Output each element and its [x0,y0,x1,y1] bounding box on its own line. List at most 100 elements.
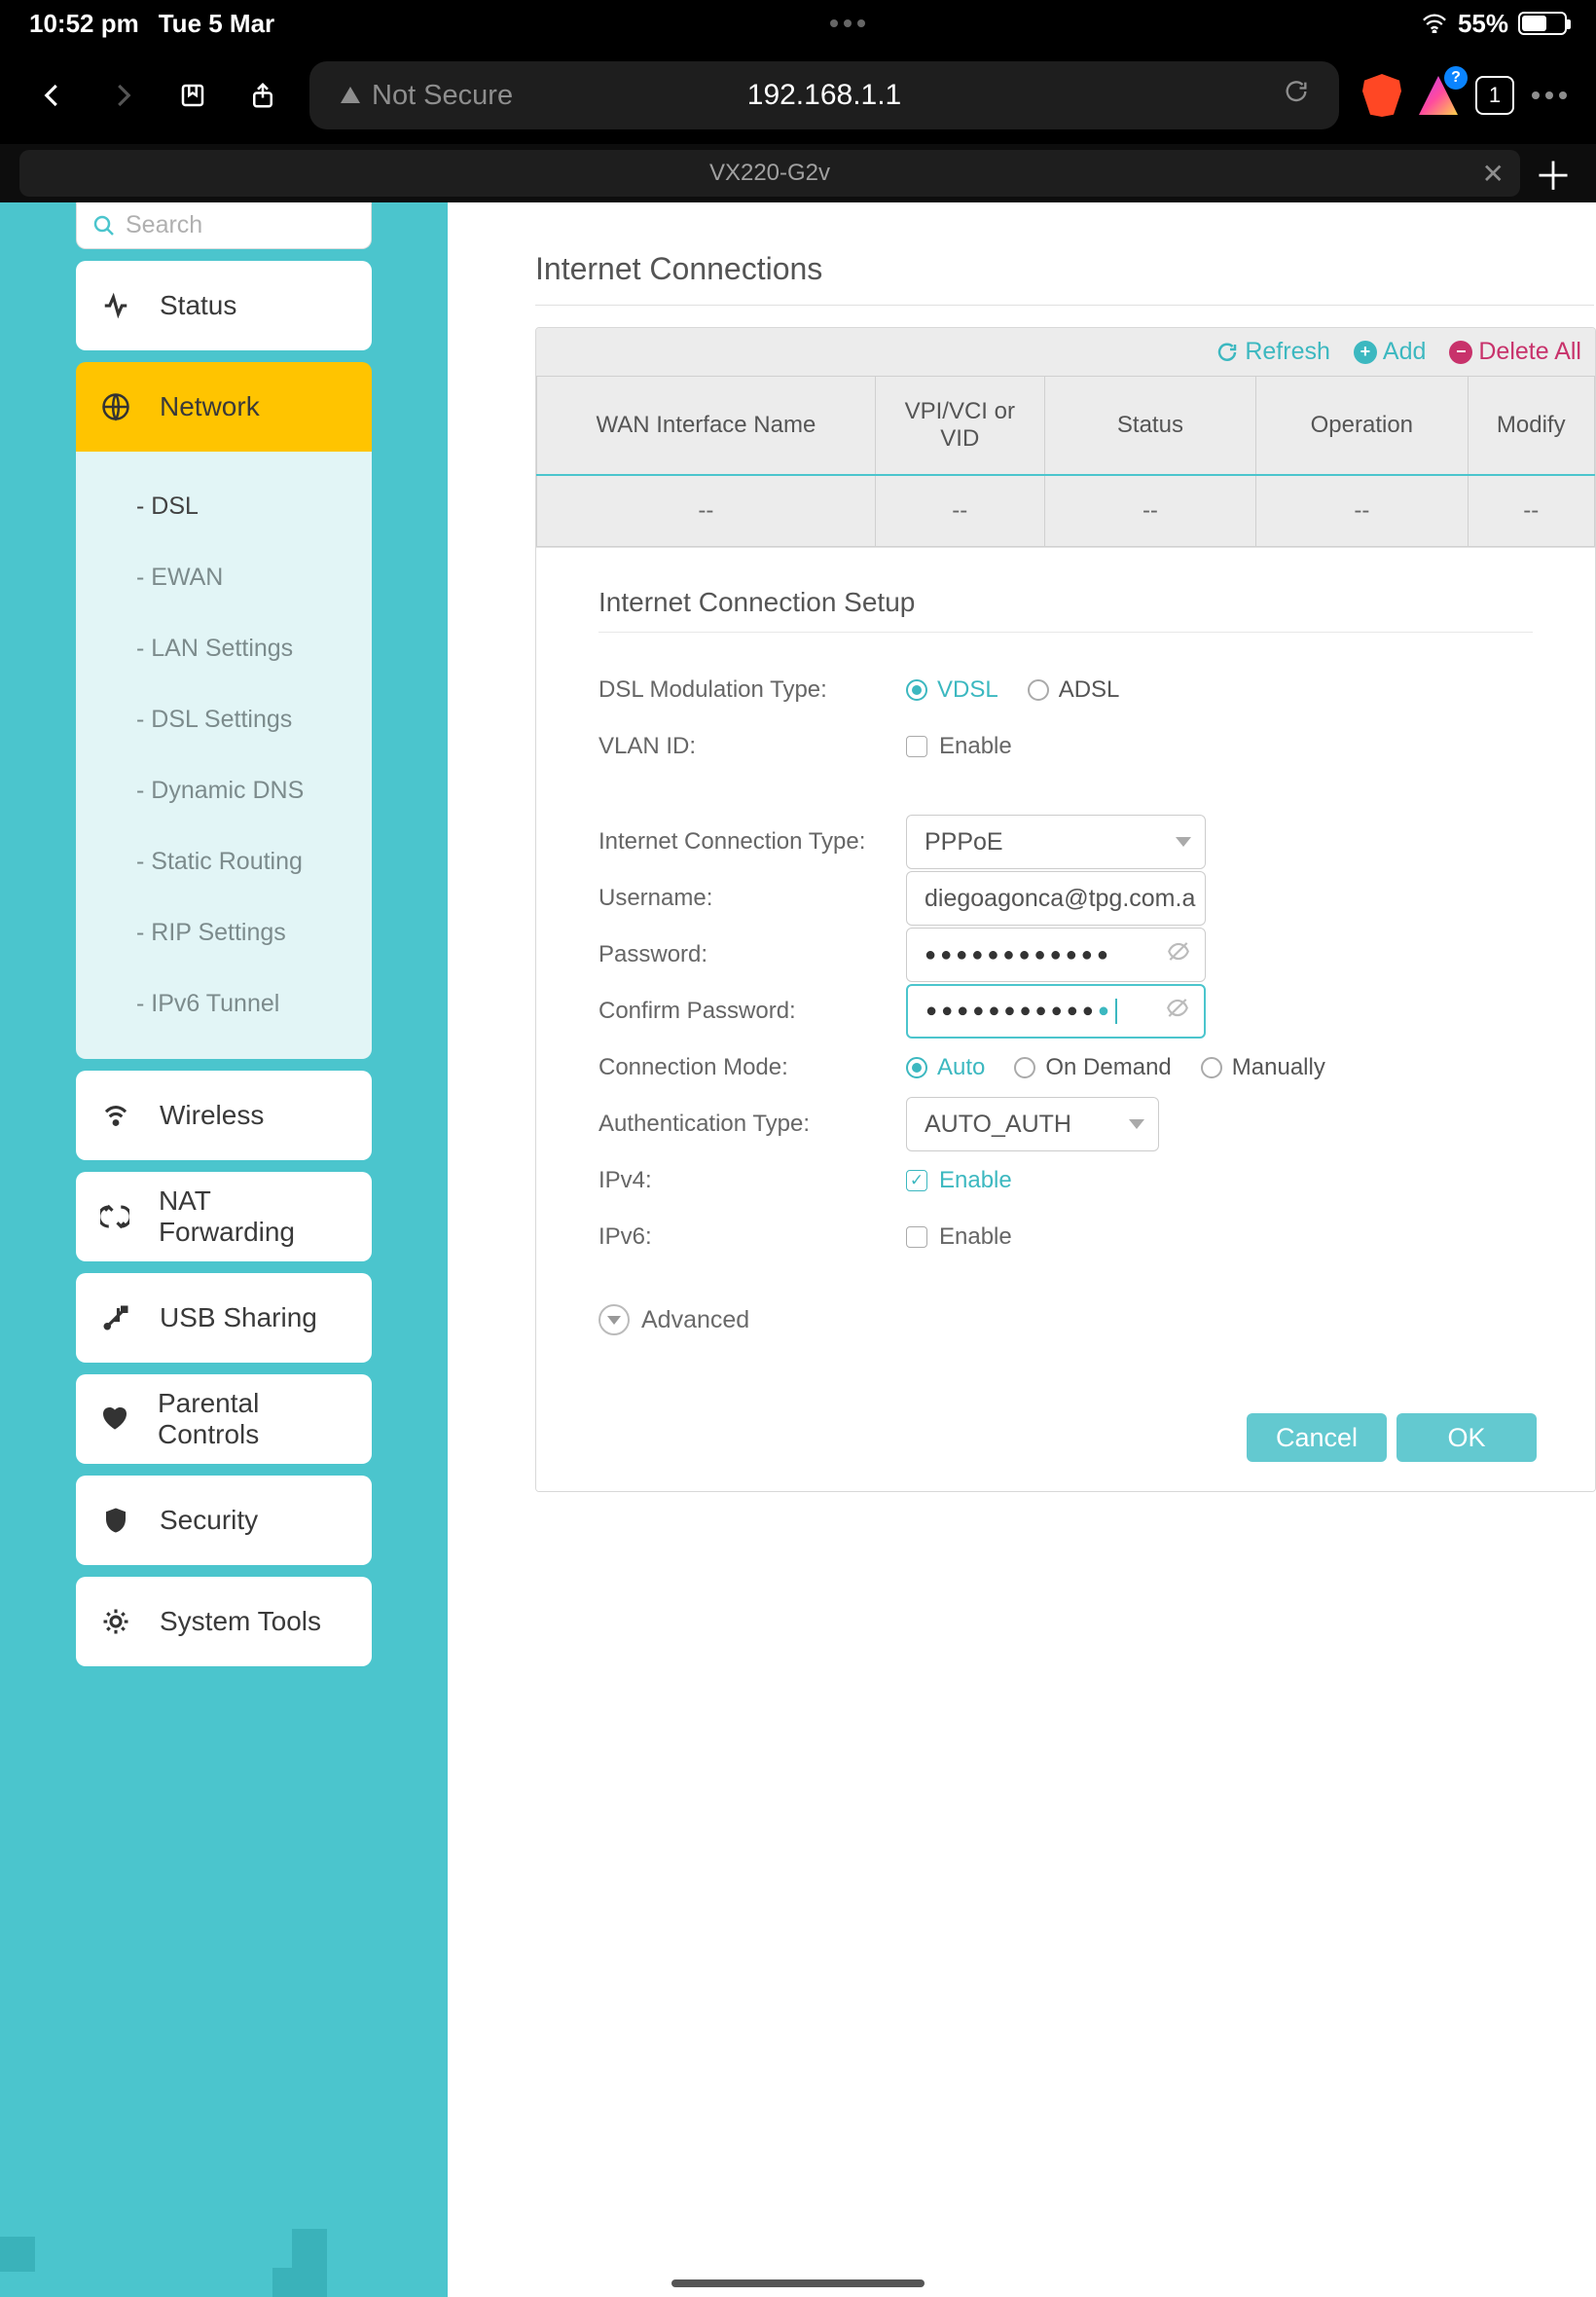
connection-setup-form: Internet Connection Setup DSL Modulation… [536,547,1595,1365]
url-text: 192.168.1.1 [747,79,901,112]
eye-off-icon[interactable] [1165,996,1190,1028]
th-status: Status [1044,377,1255,476]
tab-count-button[interactable]: 1 [1475,76,1514,115]
globe-icon [99,390,132,423]
connection-mode-label: Connection Mode: [598,1054,906,1081]
close-tab-button[interactable]: ✕ [1482,158,1505,190]
cancel-button[interactable]: Cancel [1247,1413,1387,1462]
ok-button[interactable]: OK [1396,1413,1537,1462]
advanced-toggle[interactable]: Advanced [598,1304,1533,1335]
ipv6-enable-checkbox[interactable] [906,1226,927,1248]
sidebar-label: System Tools [160,1606,321,1637]
wifi-icon [99,1099,132,1132]
conn-type-label: Internet Connection Type: [598,828,906,856]
subitem-ipv6-tunnel[interactable]: - IPv6 Tunnel [76,968,372,1039]
address-bar[interactable]: Not Secure 192.168.1.1 [309,61,1339,129]
ipv4-enable-checkbox[interactable] [906,1170,927,1191]
password-label: Password: [598,941,906,968]
main-content: Internet Connections Refresh + Add − Del… [448,202,1596,2297]
home-indicator[interactable] [671,2279,925,2287]
tab-strip: VX220-G2v ✕ ＋ [0,144,1596,202]
sidebar-label: Parental Controls [158,1388,348,1450]
subitem-rip-settings[interactable]: - RIP Settings [76,897,372,968]
back-button[interactable] [29,72,76,119]
search-icon [92,214,116,237]
radio-adsl[interactable]: ADSL [1028,676,1120,704]
eye-off-icon[interactable] [1166,939,1191,971]
add-button[interactable]: + Add [1354,338,1426,366]
ipv4-label: IPv4: [598,1167,906,1194]
network-submenu: - DSL - EWAN - LAN Settings - DSL Settin… [76,452,372,1059]
sidebar-label: Security [160,1505,258,1536]
chevron-down-icon [1129,1119,1144,1129]
activity-icon [99,289,132,322]
auth-type-label: Authentication Type: [598,1111,906,1138]
sidebar-label: NAT Forwarding [159,1185,348,1248]
sidebar-item-security[interactable]: Security [76,1476,372,1565]
connection-type-select[interactable]: PPPoE [906,815,1206,869]
connections-panel: Refresh + Add − Delete All WAN Interface… [535,327,1596,1492]
subitem-dsl-settings[interactable]: - DSL Settings [76,684,372,755]
refresh-button[interactable]: Refresh [1215,338,1330,366]
sidebar-item-usb-sharing[interactable]: USB Sharing [76,1273,372,1363]
chevron-down-icon [598,1304,630,1335]
sidebar-label: Network [160,391,260,422]
forward-button[interactable] [99,72,146,119]
sidebar-item-system-tools[interactable]: System Tools [76,1577,372,1666]
wifi-icon [1421,14,1448,33]
dsl-modulation-label: DSL Modulation Type: [598,676,906,704]
sidebar-item-status[interactable]: Status [76,261,372,350]
sidebar: Search Status Network - DSL - EWAN - LAN… [0,202,448,2297]
auth-type-select[interactable]: AUTO_AUTH [906,1097,1159,1151]
not-secure-label: Not Secure [372,80,513,112]
sidebar-label: Status [160,290,236,321]
status-date: Tue 5 Mar [159,9,274,39]
th-operation: Operation [1256,377,1468,476]
shield-icon [99,1504,132,1537]
sidebar-item-nat-forwarding[interactable]: NAT Forwarding [76,1172,372,1261]
security-indicator: Not Secure [339,80,513,112]
radio-manually[interactable]: Manually [1201,1054,1325,1081]
tab-title: VX220-G2v [709,160,830,187]
sidebar-item-network[interactable]: Network [76,362,372,452]
subitem-ewan[interactable]: - EWAN [76,542,372,613]
search-placeholder: Search [126,211,202,239]
subitem-dynamic-dns[interactable]: - Dynamic DNS [76,755,372,826]
gear-icon [99,1605,132,1638]
share-button[interactable] [239,72,286,119]
chevron-down-icon [1176,837,1191,847]
multitask-dots[interactable] [830,19,865,27]
new-tab-button[interactable]: ＋ [1530,150,1577,197]
connections-table: WAN Interface Name VPI/VCI or VID Status… [536,376,1595,547]
heart-hands-icon [99,1403,130,1436]
subitem-lan-settings[interactable]: - LAN Settings [76,613,372,684]
more-menu-button[interactable] [1532,91,1567,99]
subitem-static-routing[interactable]: - Static Routing [76,826,372,897]
reload-button[interactable] [1283,78,1310,113]
sidebar-item-parental-controls[interactable]: Parental Controls [76,1374,372,1464]
sidebar-label: USB Sharing [160,1302,317,1333]
subitem-dsl[interactable]: - DSL [76,471,372,542]
search-input[interactable]: Search [76,202,372,249]
browser-toolbar: Not Secure 192.168.1.1 ? 1 [0,47,1596,144]
radio-on-demand[interactable]: On Demand [1014,1054,1171,1081]
radio-auto[interactable]: Auto [906,1054,985,1081]
nat-icon [99,1200,131,1233]
browser-tab[interactable]: VX220-G2v ✕ [19,150,1520,197]
confirm-password-input[interactable]: ●●●●●●●●●●●● [906,984,1206,1039]
username-input[interactable]: diegoagonca@tpg.com.a [906,871,1206,926]
ipv6-label: IPv6: [598,1223,906,1251]
table-row[interactable]: -- -- -- -- -- [537,475,1595,547]
page-title: Internet Connections [535,251,1594,306]
vpn-extension-icon[interactable]: ? [1419,76,1458,115]
delete-all-button[interactable]: − Delete All [1449,338,1581,366]
radio-vdsl[interactable]: VDSL [906,676,998,704]
brave-icon[interactable] [1362,74,1401,117]
refresh-icon [1215,341,1239,364]
sidebar-item-wireless[interactable]: Wireless [76,1071,372,1160]
confirm-password-label: Confirm Password: [598,998,906,1025]
password-input[interactable]: ●●●●●●●●●●●● [906,928,1206,982]
library-button[interactable] [169,72,216,119]
th-modify: Modify [1468,377,1594,476]
vlan-enable-checkbox[interactable] [906,736,927,757]
